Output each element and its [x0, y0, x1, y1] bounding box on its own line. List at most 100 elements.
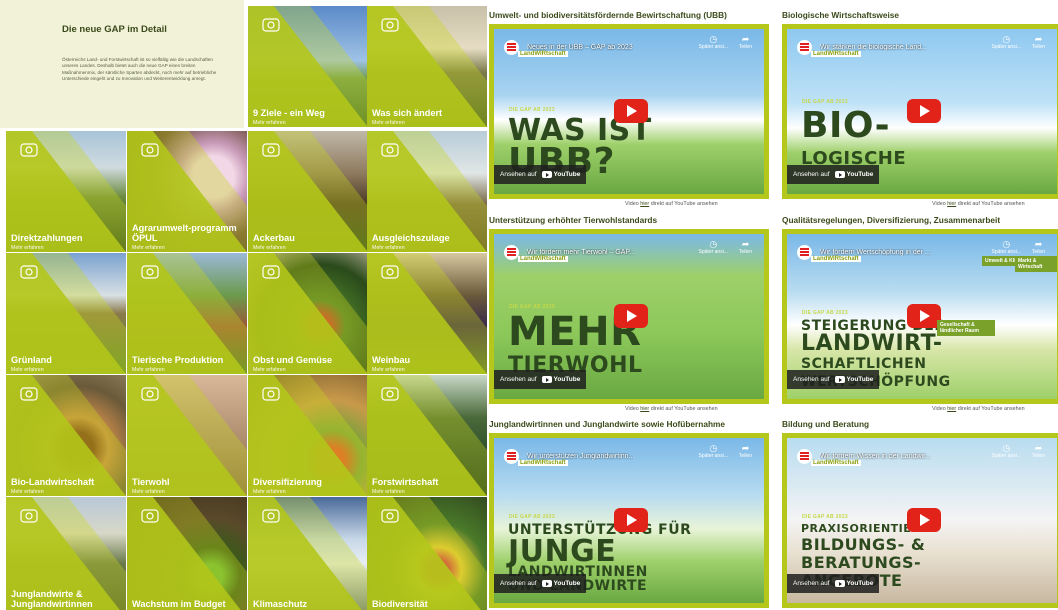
watch-on-label: Ansehen auf	[500, 171, 537, 178]
share-icon: ➦	[1034, 443, 1043, 453]
play-button-icon[interactable]	[907, 508, 941, 532]
share-button[interactable]: ➦ Teilen	[739, 239, 752, 256]
youtube-link[interactable]: hier	[640, 201, 649, 207]
more-link[interactable]: Mehr erfahren	[11, 367, 44, 373]
video-title[interactable]: Wir stärken die biologische Land...	[820, 44, 927, 51]
watch-later-button[interactable]: ◷ Später ansi...	[699, 239, 728, 256]
cloud-sun-icon	[262, 509, 280, 523]
topic-tile[interactable]: Klimaschutz Mehr erfahren	[248, 497, 368, 610]
more-link[interactable]: Mehr erfahren	[372, 367, 405, 373]
watch-later-button[interactable]: ◷ Später ansi...	[698, 35, 728, 51]
video-embed[interactable]: Neues in der UBB – GAP ab 2023 ◷ Später a…	[489, 24, 769, 199]
youtube-label: YouTube	[846, 171, 874, 178]
watch-on-youtube-button[interactable]: Ansehen auf YouTube	[787, 370, 880, 389]
more-link[interactable]: Mehr erfahren	[253, 245, 286, 251]
topic-tile[interactable]: Bio-Landwirtschaft Mehr erfahren	[6, 375, 126, 496]
video-title[interactable]: Wir unterstützen Junglandwirtinn...	[527, 453, 634, 460]
clock-icon: ◷	[1002, 239, 1011, 249]
video-title[interactable]: Wir fördern Wissen in der Landwir...	[820, 453, 931, 460]
share-button[interactable]: ➦ Teilen	[1031, 443, 1045, 460]
topic-tile[interactable]: Diversifizierung Mehr erfahren	[248, 375, 368, 496]
watch-on-youtube-button[interactable]: Ansehen auf YouTube	[494, 370, 587, 389]
youtube-logo-icon: YouTube	[541, 580, 580, 587]
more-link[interactable]: Mehr erfahren	[132, 245, 165, 251]
more-link[interactable]: Mehr erfahren	[11, 245, 44, 251]
channel-logo-icon	[504, 39, 519, 55]
channel-name: LandWIRtschaft	[518, 256, 568, 262]
video-section-title: Bildung und Beratung	[782, 419, 870, 429]
share-button[interactable]: ➦ Teilen	[739, 444, 752, 460]
share-button[interactable]: ➦ Teilen	[739, 35, 752, 51]
video-embed[interactable]: Wir fördern mehr Tierwohl – GAP... ◷ Spät…	[489, 229, 769, 404]
more-link[interactable]: Mehr erfahren	[253, 367, 286, 373]
topic-tile[interactable]: 9 Ziele - ein Weg Mehr erfahren	[248, 6, 368, 127]
video-embed[interactable]: Wir fördern Wissen in der Landwir... ◷ Sp…	[782, 433, 1058, 608]
video-embed[interactable]: Wir unterstützen Junglandwirtinn... ◷ Spä…	[489, 433, 769, 608]
share-icon: ➦	[741, 239, 750, 249]
watch-later-button[interactable]: ◷ Später ansi...	[992, 239, 1021, 256]
share-label: Teilen	[1031, 44, 1045, 50]
topic-tile[interactable]: Tierische Produktion Mehr erfahren	[127, 253, 247, 374]
play-button-icon[interactable]	[907, 304, 941, 328]
watch-later-button[interactable]: ◷ Später ansi...	[991, 35, 1021, 51]
topic-tile[interactable]: Agrarumwelt-programm ÖPUL Mehr erfahren	[127, 131, 247, 252]
video-thumbnail: Wir stärken die biologische Land... ◷ Spä…	[787, 29, 1057, 194]
clock-icon: ◷	[709, 239, 718, 249]
topic-tile[interactable]: Ausgleichszulage Mehr erfahren	[367, 131, 487, 252]
tile-label: Ackerbau	[253, 233, 295, 243]
share-button[interactable]: ➦ Teilen	[1031, 35, 1045, 51]
video-section-title: Unterstützung erhöhter Tierwohlstandards	[489, 215, 658, 225]
youtube-link[interactable]: hier	[640, 406, 649, 412]
video-title[interactable]: Wir fördern Wertschöpfung in der ...	[820, 249, 931, 256]
watch-later-label: Später ansi...	[991, 44, 1021, 50]
play-button-icon[interactable]	[614, 508, 648, 532]
topic-tile[interactable]: Was sich ändert Mehr erfahren	[367, 6, 487, 127]
watch-on-youtube-button[interactable]: Ansehen auf YouTube	[494, 574, 587, 593]
topic-tile[interactable]: Grünland Mehr erfahren	[6, 253, 126, 374]
play-button-icon[interactable]	[907, 99, 941, 123]
topic-tile[interactable]: Tierwohl Mehr erfahren	[127, 375, 247, 496]
watch-later-label: Später ansi...	[698, 453, 728, 459]
play-button-icon[interactable]	[614, 304, 648, 328]
growth-hand-icon	[141, 509, 159, 523]
watch-on-youtube-button[interactable]: Ansehen auf YouTube	[787, 574, 880, 593]
play-button-icon[interactable]	[614, 99, 648, 123]
youtube-link[interactable]: hier	[947, 406, 956, 412]
video-embed[interactable]: Wir fördern Wertschöpfung in der ... ◷ Sp…	[782, 229, 1058, 404]
topic-tile[interactable]: Forstwirtschaft Mehr erfahren	[367, 375, 487, 496]
youtube-label: YouTube	[553, 376, 581, 383]
more-link[interactable]: Mehr erfahren	[372, 245, 405, 251]
share-button[interactable]: ➦ Teilen	[1032, 240, 1045, 256]
topic-tile[interactable]: Weinbau Mehr erfahren	[367, 253, 487, 374]
more-link[interactable]: Mehr erfahren	[132, 489, 165, 495]
tile-label: Klimaschutz	[253, 599, 308, 609]
more-link[interactable]: Mehr erfahren	[372, 489, 405, 495]
clock-icon: ◷	[709, 443, 718, 453]
video-title[interactable]: Wir fördern mehr Tierwohl – GAP...	[527, 249, 635, 256]
video-title[interactable]: Neues in der UBB – GAP ab 2023	[527, 44, 633, 51]
intro-panel: Die neue GAP im Detail Österreichs Land-…	[0, 0, 244, 128]
topic-tile[interactable]: Biodiversität Mehr erfahren	[367, 497, 487, 610]
watch-on-youtube-button[interactable]: Ansehen auf YouTube	[494, 165, 587, 184]
more-link[interactable]: Mehr erfahren	[372, 120, 405, 126]
topic-tile[interactable]: Obst und Gemüse Mehr erfahren	[248, 253, 368, 374]
topic-tile[interactable]: Direktzahlungen Mehr erfahren	[6, 131, 126, 252]
shop-icon	[262, 387, 280, 401]
caption-post: direkt auf YouTube ansehen	[957, 201, 1025, 207]
topic-tile[interactable]: Junglandwirte & Junglandwirtinnen Mehr e…	[6, 497, 126, 610]
watch-on-label: Ansehen auf	[500, 376, 537, 383]
share-label: Teilen	[1031, 453, 1045, 459]
more-link[interactable]: Mehr erfahren	[253, 120, 286, 126]
watch-later-button[interactable]: ◷ Später ansi...	[992, 444, 1021, 460]
more-link[interactable]: Mehr erfahren	[132, 367, 165, 373]
watch-later-label: Später ansi...	[698, 44, 728, 50]
watch-on-youtube-button[interactable]: Ansehen auf YouTube	[787, 165, 880, 184]
more-link[interactable]: Mehr erfahren	[253, 489, 286, 495]
video-embed[interactable]: Wir stärken die biologische Land... ◷ Spä…	[782, 24, 1058, 199]
youtube-link[interactable]: hier	[947, 201, 956, 207]
topic-tile[interactable]: Wachstum im Budget Mehr erfahren	[127, 497, 247, 610]
more-link[interactable]: Mehr erfahren	[11, 489, 44, 495]
topic-tile[interactable]: Ackerbau Mehr erfahren	[248, 131, 368, 252]
watch-later-button[interactable]: ◷ Später ansi...	[698, 443, 728, 460]
tile-label: Obst und Gemüse	[253, 355, 333, 365]
